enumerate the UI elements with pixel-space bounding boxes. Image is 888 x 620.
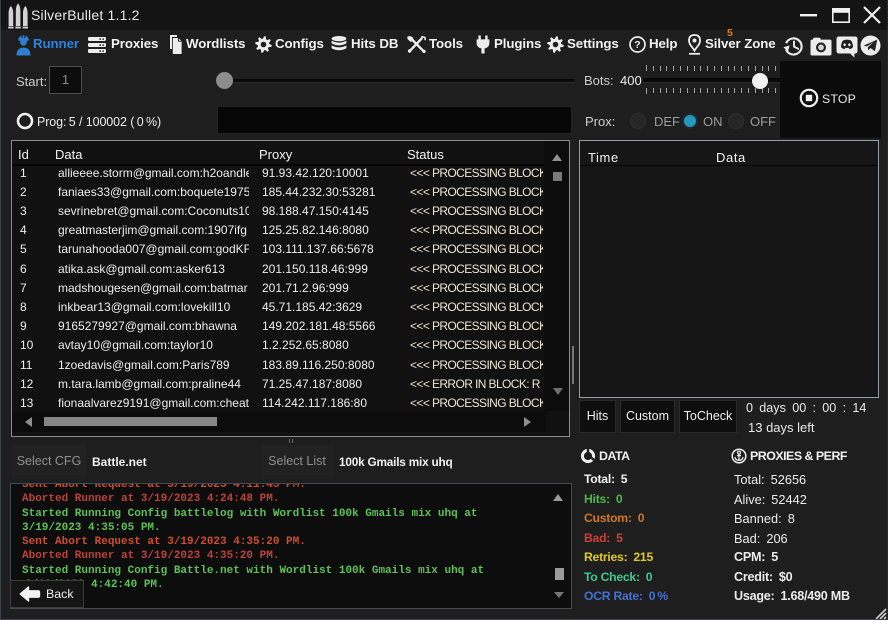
svg-text:?: ? [634, 39, 640, 51]
